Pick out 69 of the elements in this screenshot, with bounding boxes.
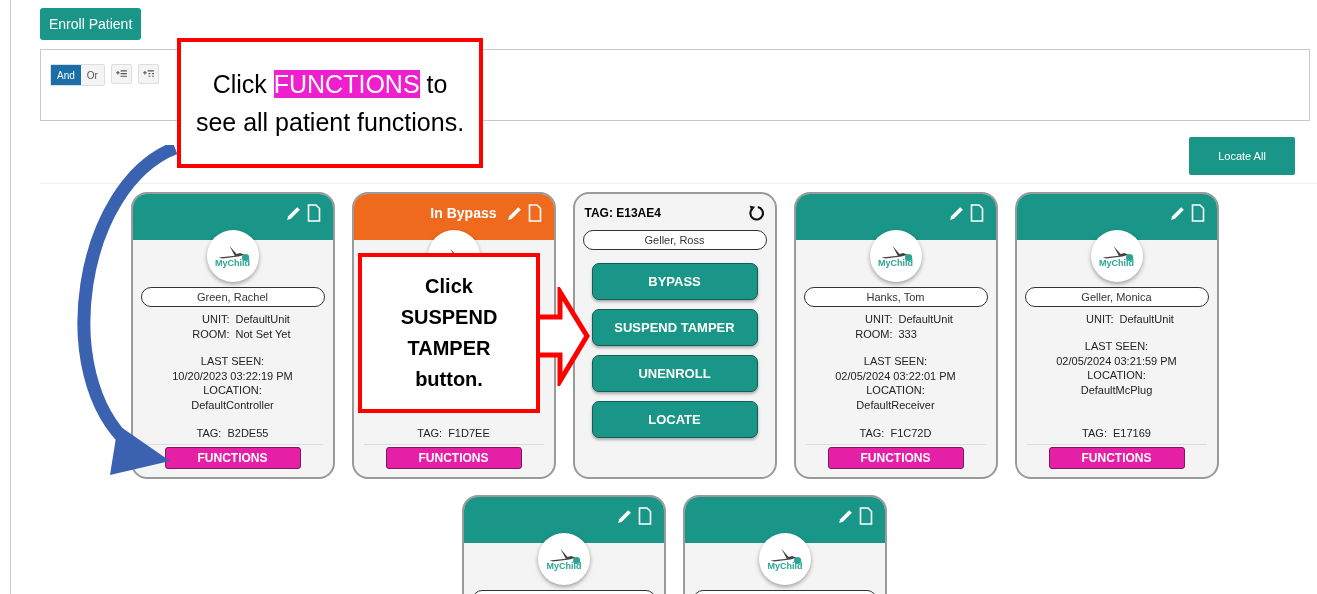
logo-text: MyChild [878, 258, 913, 268]
document-icon[interactable] [638, 507, 652, 525]
field-value: 02/05/2024 03:21:59 PM [1056, 353, 1177, 368]
field-label: TAG: [196, 427, 222, 439]
field-label: UNIT: [864, 312, 893, 327]
field-value: DefaultUnit [235, 312, 291, 327]
field-value: 02/05/2024 03:22:01 PM [835, 368, 956, 383]
document-icon[interactable] [969, 204, 984, 222]
refresh-icon[interactable] [746, 204, 765, 222]
locate-all-button[interactable]: Locate All [1189, 137, 1295, 175]
pencil-icon[interactable] [837, 507, 854, 525]
field-value: DefaultUnit [898, 312, 954, 327]
logo-text: MyChild [767, 561, 803, 571]
instruction-tooltip: Click FUNCTIONS to see all patient functions. [177, 38, 483, 168]
field-label: TAG: [859, 427, 885, 439]
field-label: LAST SEEN: [200, 354, 265, 369]
name-field[interactable]: Hanks, Tom [803, 287, 988, 307]
instruction-tooltip: Click SUSPEND TAMPER button. [358, 253, 540, 413]
pencil-icon[interactable] [505, 204, 523, 222]
functions-button[interactable]: FUNCTIONS [827, 447, 964, 469]
field-value: B2DE55 [227, 427, 269, 439]
enroll-patient-button[interactable]: Enroll Patient [40, 8, 142, 40]
field-value: DefaultController [191, 397, 274, 412]
name-field[interactable]: Geller, Monica [1024, 287, 1209, 307]
field-value: E17169 [1112, 427, 1151, 439]
pencil-icon[interactable] [284, 204, 302, 222]
field-value: DefaultReceiver [856, 397, 935, 412]
pencil-icon[interactable] [1168, 204, 1186, 222]
status-label: In Bypass [430, 205, 497, 221]
document-icon[interactable] [527, 204, 542, 222]
field-label: LAST SEEN: [863, 354, 928, 369]
field-value: 333 [898, 327, 918, 342]
field-value: F1C72D [890, 427, 932, 439]
document-icon[interactable] [306, 204, 321, 222]
field-label: ROOM: [854, 327, 893, 342]
field-value: DefaultUnit [1119, 312, 1175, 327]
functions-button[interactable]: FUNCTIONS [164, 447, 301, 469]
field-label: LOCATION: [866, 383, 925, 398]
tag-title: TAG: E13AE4 [584, 206, 661, 220]
functions-button[interactable]: FUNCTIONS [385, 447, 522, 469]
action-button[interactable]: SUSPEND TAMPER [591, 309, 758, 346]
action-button[interactable]: LOCATE [591, 401, 758, 438]
document-icon[interactable] [1190, 204, 1205, 222]
functions-button[interactable]: FUNCTIONS [1048, 447, 1185, 469]
name-field[interactable]: Green, Rachel [140, 287, 325, 307]
field-value: DefaultMcPlug [1080, 382, 1153, 397]
add-group-icon[interactable] [137, 64, 159, 84]
field-label: ROOM: [191, 327, 230, 342]
field-label: LOCATION: [203, 383, 262, 398]
action-button[interactable]: UNENROLL [591, 355, 758, 392]
field-value: Not Set Yet [235, 327, 292, 342]
field-label: LAST SEEN: [1084, 339, 1149, 354]
field-label: UNIT: [1085, 312, 1114, 327]
logo-text: MyChild [1099, 258, 1134, 268]
pencil-icon[interactable] [947, 204, 965, 222]
field-label: TAG: [417, 427, 443, 439]
document-icon[interactable] [859, 507, 873, 525]
field-value: 10/20/2023 03:22:19 PM [172, 368, 293, 383]
name-field[interactable]: Geller, Ross [582, 230, 767, 250]
field-value: F1D7EE [448, 427, 490, 439]
logo-text: MyChild [215, 258, 250, 268]
operator-toggle[interactable]: Or [80, 65, 104, 85]
operator-toggle[interactable]: And [51, 65, 81, 85]
pencil-icon[interactable] [616, 507, 633, 525]
field-label: LOCATION: [1087, 368, 1146, 383]
field-label: TAG: [1082, 427, 1107, 439]
action-button[interactable]: BYPASS [591, 263, 758, 300]
field-label: UNIT: [201, 312, 230, 327]
logo-text: MyChild [546, 561, 582, 571]
